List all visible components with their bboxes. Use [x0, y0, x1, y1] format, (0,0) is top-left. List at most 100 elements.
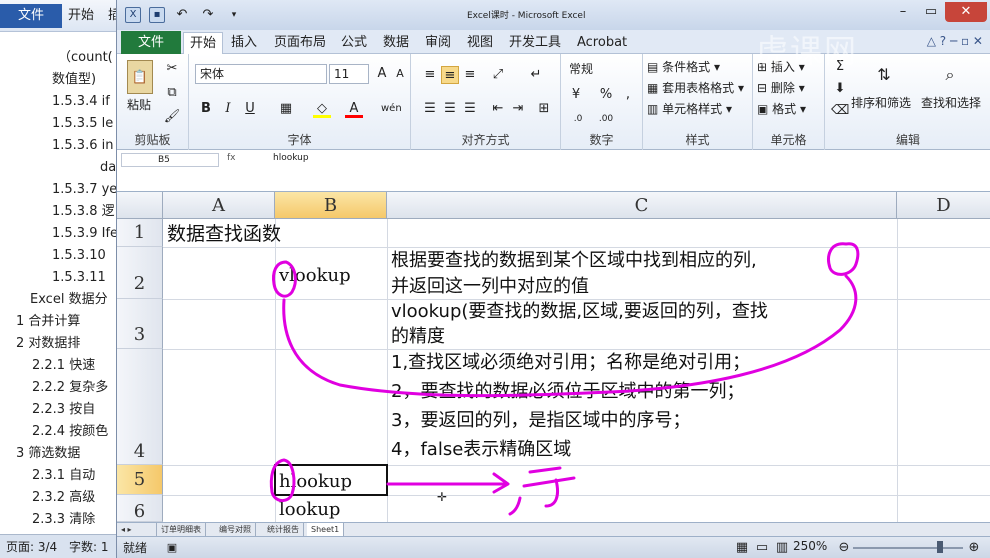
cell-c4-line1[interactable]: 1,查找区域必须绝对引用；名称是绝对引用； [391, 351, 750, 375]
cell-b6[interactable]: lookup [279, 498, 340, 522]
copy-icon[interactable]: ⧉ [163, 84, 181, 102]
tab-page-layout[interactable]: 页面布局 [274, 32, 326, 54]
nav-item[interactable]: 1 合并计算 [16, 312, 80, 332]
percent-icon[interactable]: % [597, 86, 615, 104]
sheet-tab-sheet1[interactable]: Sheet1 [307, 523, 345, 536]
cell-c4-line4[interactable]: 4，false表示精确区域 [391, 438, 571, 462]
nav-item[interactable]: 数值型) [52, 70, 96, 90]
font-name-select[interactable]: 宋体 [195, 64, 327, 84]
increase-indent-icon[interactable]: ⇥ [509, 100, 527, 118]
font-color-icon[interactable]: A [345, 100, 363, 118]
zoom-slider[interactable] [853, 547, 963, 549]
tab-view[interactable]: 视图 [467, 32, 493, 54]
sheet-tab-codes[interactable]: 编号对照 [215, 523, 256, 536]
decrease-decimal-icon[interactable]: .00 [597, 110, 615, 128]
cut-icon[interactable]: ✂ [163, 60, 181, 78]
column-header-c[interactable]: C [387, 192, 897, 219]
align-top-icon[interactable]: ≡ [421, 66, 439, 84]
nav-item[interactable]: 2.2.2 复杂多 [32, 378, 108, 398]
cell-b2[interactable]: vlookup [279, 264, 351, 288]
increase-decimal-icon[interactable]: .0 [569, 110, 587, 128]
border-icon[interactable]: ▦ [277, 100, 295, 118]
normal-view-icon[interactable]: ▦ [733, 539, 751, 557]
formula-input[interactable]: hlookup [273, 153, 309, 163]
nav-item[interactable]: 1.5.3.7 ye [52, 180, 117, 200]
cell-c3-line1[interactable]: vlookup(要查找的数据,区域,要返回的列，查找 [391, 300, 768, 324]
sort-filter-icon[interactable]: ⇅ [871, 62, 897, 88]
cell-a1[interactable]: 数据查找函数 [167, 222, 281, 246]
nav-item[interactable]: 1.5.3.11 [52, 268, 106, 288]
tab-acrobat[interactable]: Acrobat [577, 32, 627, 54]
binoculars-icon[interactable]: ⌕ [937, 62, 963, 88]
cell-c4-line2[interactable]: 2，要查找的数据必须位于区域中的第一列； [391, 380, 744, 404]
align-left-icon[interactable]: ☰ [421, 100, 439, 118]
column-header-b[interactable]: B [275, 192, 387, 219]
delete-cells-button[interactable]: ⊟ 删除 ▾ [757, 79, 805, 96]
nav-item[interactable]: 2.2.4 按颜色 [32, 422, 108, 442]
undo-icon[interactable]: ↶ [173, 6, 191, 24]
align-middle-icon[interactable]: ≡ [441, 66, 459, 84]
column-header-d[interactable]: D [897, 192, 990, 219]
clear-icon[interactable]: ⌫ [831, 102, 849, 120]
nav-item[interactable]: 2 对数据排 [16, 334, 80, 354]
cell-c4-line3[interactable]: 3，要返回的列，是指区域中的序号； [391, 409, 690, 433]
paste-button[interactable]: 粘贴 [127, 96, 151, 113]
decrease-indent-icon[interactable]: ⇤ [489, 100, 507, 118]
tab-data[interactable]: 数据 [383, 32, 409, 54]
nav-item[interactable]: da [100, 158, 116, 178]
close-button[interactable]: ✕ [945, 2, 987, 22]
align-center-icon[interactable]: ☰ [441, 100, 459, 118]
tab-insert[interactable]: 插入 [231, 32, 257, 54]
zoom-out-icon[interactable]: ⊖ [835, 539, 853, 557]
font-size-select[interactable]: 11 [329, 64, 369, 84]
align-right-icon[interactable]: ☰ [461, 100, 479, 118]
comma-style-icon[interactable]: , [619, 86, 637, 104]
ribbon-help-icon[interactable]: △ ? ─ ▫ ✕ [927, 34, 983, 48]
conditional-format-button[interactable]: ▤ 条件格式 ▾ [647, 58, 720, 75]
nav-item[interactable]: 2.2.1 快速 [32, 356, 95, 376]
cell-c2-line2[interactable]: 并返回这一列中对应的值 [391, 275, 589, 299]
nav-item[interactable]: 1.5.3.8 逻 [52, 202, 115, 222]
sheet-tab-orders[interactable]: 订单明细表 [157, 523, 206, 536]
zoom-in-icon[interactable]: ⊕ [965, 539, 983, 557]
nav-item[interactable]: 3 筛选数据 [16, 444, 80, 464]
orientation-icon[interactable]: ⤢ [489, 66, 507, 84]
tab-formulas[interactable]: 公式 [341, 32, 367, 54]
word-home-tab[interactable]: 开始 [68, 4, 94, 28]
italic-button[interactable]: I [219, 100, 237, 118]
nav-item[interactable]: 1.5.3.4 if [52, 92, 110, 112]
fill-icon[interactable]: ⬇ [831, 80, 849, 98]
save-icon[interactable]: ▪ [149, 7, 165, 23]
macro-record-icon[interactable]: ▣ [163, 539, 181, 557]
page-break-view-icon[interactable]: ▥ [773, 539, 791, 557]
tab-file[interactable]: 文件 [121, 31, 181, 54]
column-header-a[interactable]: A [163, 192, 275, 219]
minimize-button[interactable]: – [889, 2, 917, 22]
row-header-3[interactable]: 3 [117, 299, 163, 349]
fill-color-icon[interactable]: ◇ [313, 100, 331, 118]
page-layout-view-icon[interactable]: ▭ [753, 539, 771, 557]
format-as-table-button[interactable]: ▦ 套用表格格式 ▾ [647, 79, 744, 96]
word-file-tab[interactable]: 文件 [0, 4, 62, 28]
nav-item[interactable]: Excel 数据分 [30, 290, 108, 310]
nav-item[interactable]: 1.5.3.9 Ife [52, 224, 118, 244]
cell-styles-button[interactable]: ▥ 单元格样式 ▾ [647, 100, 732, 117]
nav-item[interactable]: 2.3.3 清除 [32, 510, 95, 530]
row-header-4[interactable]: 4 [117, 349, 163, 465]
nav-item[interactable]: 1.5.3.5 le [52, 114, 113, 134]
nav-item[interactable]: 2.3.1 自动 [32, 466, 95, 486]
zoom-slider-handle[interactable] [937, 541, 943, 553]
currency-icon[interactable]: ¥ [567, 86, 585, 104]
number-format-select[interactable]: 常规 [565, 60, 637, 80]
select-all-corner[interactable] [117, 192, 163, 219]
row-header-2[interactable]: 2 [117, 247, 163, 299]
wrap-text-icon[interactable]: ↵ [527, 66, 545, 84]
nav-item[interactable]: 1.5.3.6 in [52, 136, 113, 156]
excel-app-icon[interactable]: X [125, 7, 141, 23]
underline-button[interactable]: U [241, 100, 259, 118]
nav-item[interactable]: 1.5.3.10 [52, 246, 106, 266]
nav-item[interactable]: 2.2.3 按自 [32, 400, 95, 420]
nav-item[interactable]: 2.3.2 高级 [32, 488, 95, 508]
cell-c2-line1[interactable]: 根据要查找的数据到某个区域中找到相应的列, [391, 249, 757, 273]
redo-icon[interactable]: ↷ [199, 6, 217, 24]
